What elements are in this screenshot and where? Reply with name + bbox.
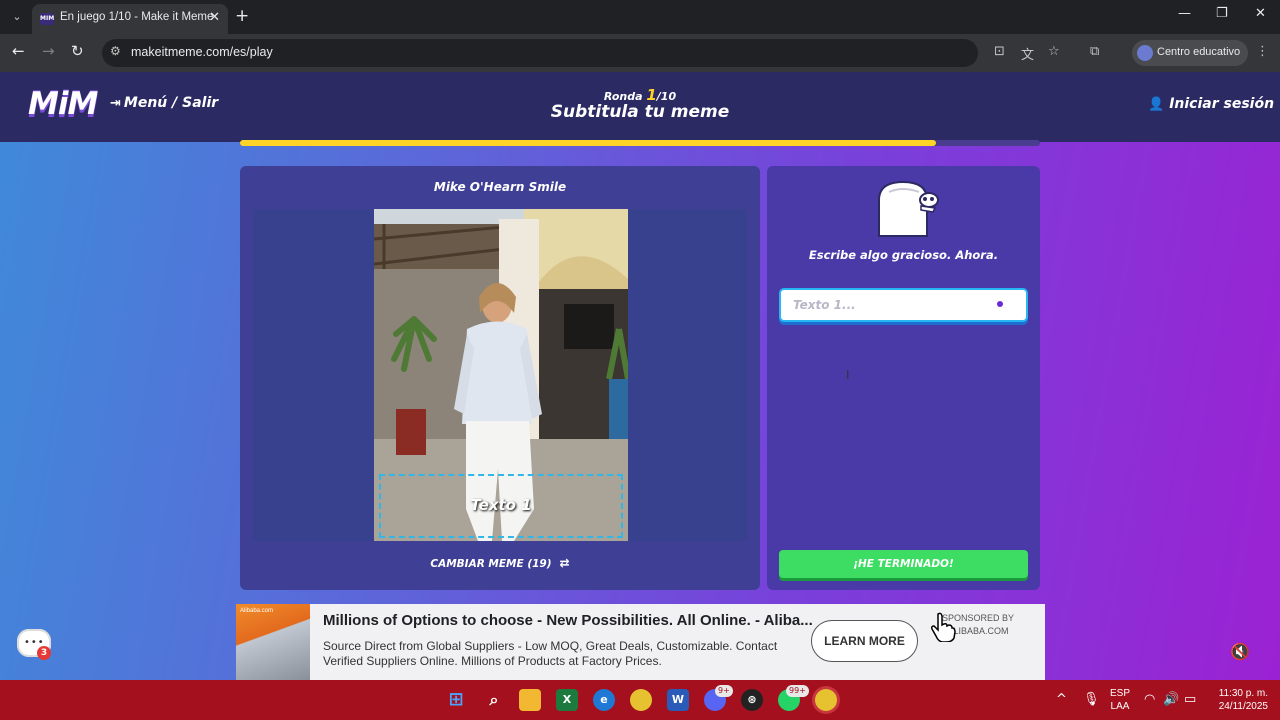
chat-badge: 3: [37, 646, 51, 660]
tab-search-icon[interactable]: ⌄: [6, 6, 28, 28]
ad-thumbnail[interactable]: Alibaba.com: [236, 604, 310, 680]
search-icon[interactable]: ⌕: [483, 689, 505, 711]
meme-stage: Texto 1: [253, 209, 747, 541]
login-label: Iniciar sesión: [1169, 96, 1275, 112]
meme-title: Mike O'Hearn Smile: [433, 180, 567, 194]
change-meme-label: CAMBIAR MEME (19): [430, 558, 552, 570]
address-bar[interactable]: ⚙ makeitmeme.com/es/play: [102, 39, 978, 67]
extensions-icon[interactable]: ⧉: [1090, 44, 1099, 59]
ad-thumb-label: Alibaba.com: [240, 608, 274, 614]
tray-chevron-icon[interactable]: ^: [1056, 692, 1067, 707]
discord-badge: 9+: [715, 685, 733, 697]
change-meme-button[interactable]: CAMBIAR MEME (19) ⇄: [240, 556, 760, 570]
clock-time: 11:30 p. m.: [1218, 688, 1268, 699]
browser-tab[interactable]: MIM En juego 1/10 - Make it Meme ✕: [32, 4, 228, 34]
tab-title: En juego 1/10 - Make it Meme: [60, 11, 214, 23]
tab-close-icon[interactable]: ✕: [209, 10, 220, 25]
minimize-icon[interactable]: —: [1178, 6, 1191, 21]
caption-placeholder: Texto 1: [470, 496, 532, 514]
openai-icon[interactable]: ⊛: [741, 689, 763, 711]
meme-panel: Mike O'Hearn Smile Texto 1 CAMBIAR MEME …: [240, 166, 760, 590]
ad-headline[interactable]: Millions of Options to choose - New Poss…: [323, 612, 813, 629]
volume-icon[interactable]: 🔊: [1163, 692, 1179, 707]
mim-logo[interactable]: MiM: [28, 86, 98, 122]
wifi-icon[interactable]: ◠: [1144, 692, 1155, 707]
composer-prompt: Escribe algo gracioso. Ahora.: [808, 248, 999, 262]
ad-learn-more-button[interactable]: LEARN MORE: [811, 620, 918, 662]
game-page: MiM ⇥ Menú / Salir Ronda 1/10 Subtitula t…: [0, 72, 1280, 680]
mascot-icon: [875, 178, 939, 244]
translate-icon[interactable]: 文: [1021, 44, 1034, 63]
caption-composer-panel: Escribe algo gracioso. Ahora. ¡HE TERMIN…: [767, 166, 1040, 590]
system-clock[interactable]: 11:30 p. m. 24/11/2025: [1206, 687, 1268, 713]
menu-exit-link[interactable]: ⇥ Menú / Salir: [110, 95, 218, 111]
page-title: Subtitula tu meme: [550, 102, 730, 122]
user-icon: 👤: [1148, 97, 1165, 112]
ad-banner[interactable]: Alibaba.com Millions of Options to choos…: [236, 604, 1045, 680]
browser-menu-icon[interactable]: ⋮: [1256, 44, 1269, 59]
clock-date: 24/11/2025: [1218, 701, 1268, 712]
excel-icon[interactable]: X: [556, 689, 578, 711]
meme-image: Texto 1: [374, 209, 628, 541]
swap-icon: ⇄: [559, 556, 570, 570]
done-button[interactable]: ¡HE TERMINADO!: [779, 550, 1028, 578]
lang-line2: LAA: [1110, 701, 1130, 712]
menu-exit-label: Menú / Salir: [123, 95, 219, 111]
round-timer-bar: [240, 140, 1040, 146]
game-header: MiM ⇥ Menú / Salir Ronda 1/10 Subtitula t…: [0, 72, 1280, 142]
tab-favicon-icon: MIM: [40, 13, 54, 25]
input-status-dot: [997, 301, 1003, 307]
window-close-icon[interactable]: ✕: [1255, 6, 1266, 21]
caption-text-input[interactable]: [779, 288, 1028, 322]
pointer-hand-icon: [930, 612, 956, 646]
login-link[interactable]: 👤 Iniciar sesión: [1148, 96, 1274, 112]
forward-icon[interactable]: →: [42, 42, 55, 60]
site-info-icon[interactable]: ⚙: [110, 44, 121, 58]
whatsapp-badge: 99+: [786, 685, 809, 697]
restore-icon[interactable]: ❐: [1216, 6, 1228, 21]
exit-icon: ⇥: [110, 96, 121, 111]
profile-button[interactable]: Centro educativo: [1132, 40, 1248, 66]
install-app-icon[interactable]: ⊡: [994, 44, 1005, 59]
caption-area[interactable]: Texto 1: [379, 474, 623, 538]
back-icon[interactable]: ←: [12, 42, 25, 60]
text-cursor-icon: I: [846, 368, 850, 382]
edge-icon[interactable]: e: [593, 689, 615, 711]
language-indicator[interactable]: ESP LAA: [1110, 687, 1130, 713]
chrome-icon[interactable]: [630, 689, 652, 711]
taskbar: ⊞ ⌕ X e W 9+ ⊛ 99+ ^ 🎙 ESP LAA ◠ 🔊 ▭ 11:…: [0, 680, 1280, 720]
lang-line1: ESP: [1110, 688, 1131, 699]
profile-avatar: [1137, 45, 1153, 61]
profile-label: Centro educativo: [1157, 46, 1241, 58]
browser-toolbar: ← → ↻ ⚙ makeitmeme.com/es/play ⊡ 文 ☆ ⧉ C…: [0, 34, 1280, 72]
address-url[interactable]: makeitmeme.com/es/play: [131, 45, 273, 59]
battery-icon[interactable]: ▭: [1184, 692, 1196, 707]
round-timer-fill: [240, 140, 936, 146]
word-icon[interactable]: W: [667, 689, 689, 711]
reload-icon[interactable]: ↻: [71, 42, 84, 60]
chrome-active-icon[interactable]: [815, 689, 837, 711]
microphone-icon[interactable]: 🎙: [1083, 692, 1100, 707]
start-icon[interactable]: ⊞: [445, 689, 467, 711]
bookmark-star-icon[interactable]: ☆: [1048, 44, 1060, 59]
mute-icon[interactable]: 🔇: [1230, 642, 1250, 661]
new-tab-icon[interactable]: +: [235, 6, 249, 26]
browser-tab-bar: ⌄ MIM En juego 1/10 - Make it Meme ✕ + —…: [0, 0, 1280, 34]
ad-body: Source Direct from Global Suppliers - Lo…: [323, 639, 778, 668]
file-explorer-icon[interactable]: [519, 689, 541, 711]
